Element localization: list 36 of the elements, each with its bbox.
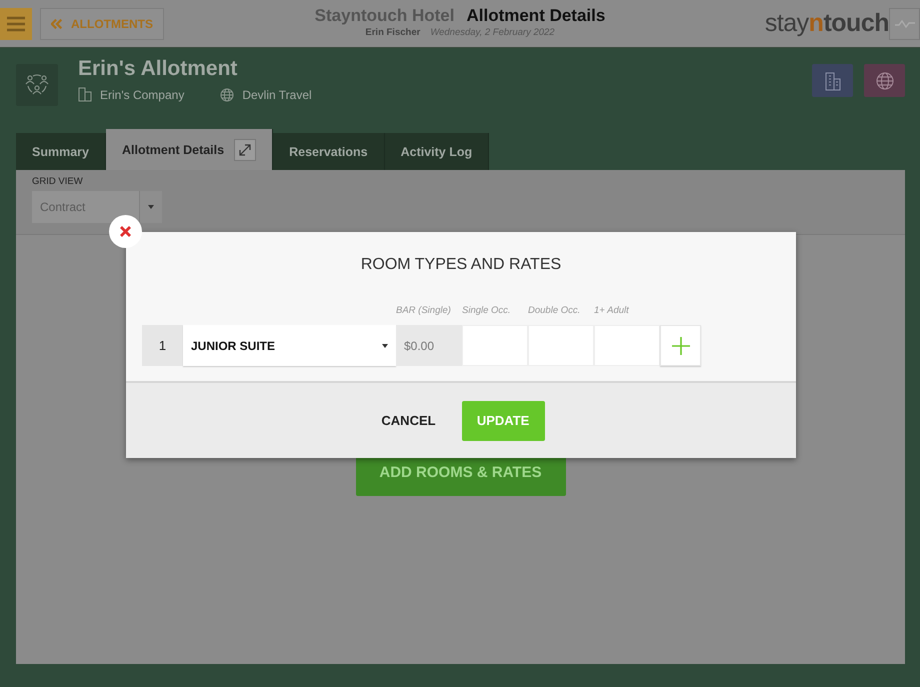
logo: stayntouch — [764, 9, 889, 38]
rate-input[interactable] — [594, 325, 660, 366]
column-header: 1+ Adult — [594, 305, 630, 318]
company-button[interactable] — [812, 64, 853, 97]
menu-icon — [7, 16, 25, 32]
travel-agent-button[interactable] — [864, 64, 905, 97]
column-header: Double Occ. — [528, 305, 582, 318]
tab[interactable]: Activity Log — [384, 133, 490, 170]
cancel-button[interactable]: CANCEL — [377, 413, 440, 428]
building-icon — [824, 70, 842, 90]
chart-icon[interactable] — [889, 8, 920, 40]
grid-view-label: GRID VIEW — [32, 176, 84, 187]
tab[interactable]: Reservations — [273, 133, 385, 170]
group-icon — [16, 64, 58, 106]
allotment-name: Erin's Allotment — [78, 57, 238, 81]
room-type-select[interactable]: JUNIOR SUITE — [183, 325, 396, 366]
building-icon — [78, 87, 92, 102]
globe-icon — [874, 70, 894, 90]
column-header: Single Occ. — [462, 305, 512, 318]
add-icon[interactable] — [660, 325, 701, 366]
tab[interactable]: Summary — [16, 133, 106, 170]
caret-icon — [382, 344, 388, 348]
column-header: BAR (Single) — [396, 305, 452, 318]
row-number: 1 — [142, 325, 183, 366]
menu-button[interactable] — [0, 8, 32, 40]
globe-icon — [220, 88, 234, 102]
company-name: Erin's Company — [100, 88, 184, 102]
caret-icon — [148, 205, 154, 209]
bar-rate-field: $0.00 — [396, 325, 462, 366]
double-chevron-icon — [51, 18, 63, 30]
expand-icon[interactable] — [234, 138, 256, 160]
user-name: Erin Fischer — [365, 27, 420, 38]
travel-agent-name: Devlin Travel — [242, 88, 312, 102]
page-title: Allotment Details — [466, 6, 606, 26]
tab[interactable]: Allotment Details — [106, 129, 274, 170]
dialog-title: ROOM TYPES AND RATES — [360, 255, 562, 275]
